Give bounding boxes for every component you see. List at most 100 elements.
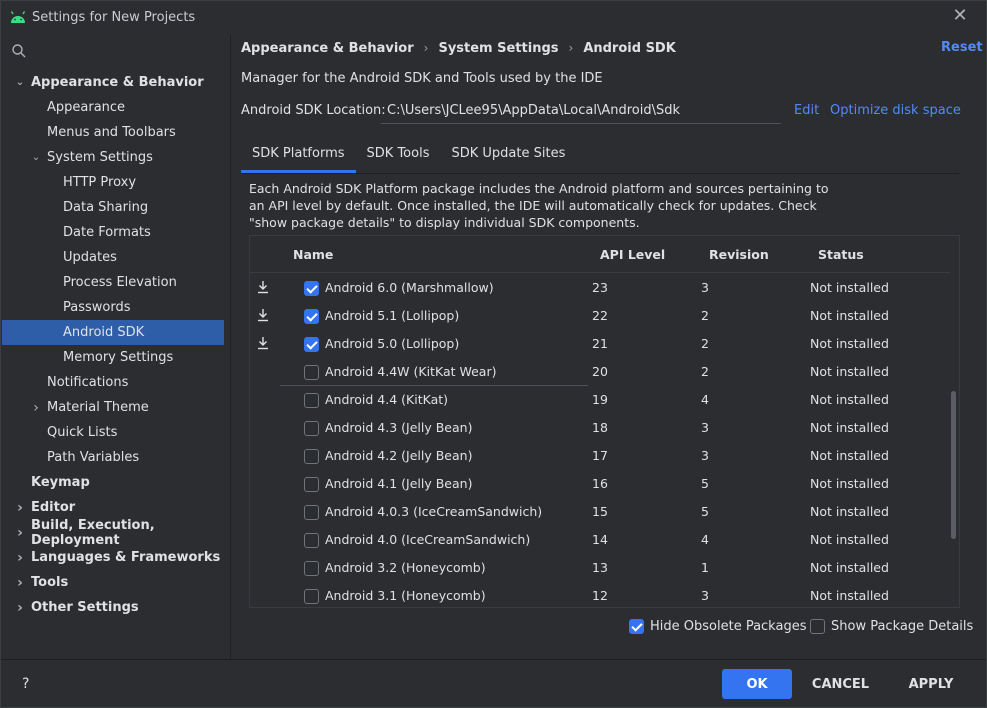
apply-button[interactable]: APPLY xyxy=(891,669,971,699)
install-status: Not installed xyxy=(810,308,889,323)
tree-item[interactable]: Path Variables xyxy=(1,445,230,470)
install-status: Not installed xyxy=(810,532,889,547)
breadcrumb-separator: › xyxy=(568,41,574,55)
row-checkbox[interactable] xyxy=(304,477,319,492)
breadcrumb: Appearance & Behavior › System Settings … xyxy=(241,39,676,57)
hide-obsolete-checkbox-box[interactable] xyxy=(629,619,644,634)
tree-item[interactable]: Android SDK xyxy=(2,320,224,345)
tree-item[interactable]: Data Sharing xyxy=(1,195,230,220)
tab-sdk-platforms[interactable]: SDK Platforms xyxy=(241,139,356,173)
tree-item[interactable]: Memory Settings xyxy=(1,345,230,370)
tree-item[interactable]: Menus and Toolbars xyxy=(1,120,230,145)
chevron-down-icon[interactable]: ⌄ xyxy=(15,77,25,88)
column-header-name[interactable]: Name xyxy=(293,247,333,262)
table-row[interactable]: Android 5.0 (Lollipop) 21 2 Not installed xyxy=(250,330,950,358)
tree-item[interactable]: › Material Theme xyxy=(1,395,230,420)
chevron-down-icon[interactable]: ⌄ xyxy=(31,152,41,163)
tree-item[interactable]: Passwords xyxy=(1,295,230,320)
api-level: 13 xyxy=(592,560,608,575)
android-icon xyxy=(9,9,27,25)
api-level: 16 xyxy=(592,476,608,491)
close-icon[interactable]: ✕ xyxy=(951,7,969,25)
chevron-right-icon[interactable]: › xyxy=(15,600,25,616)
api-level: 23 xyxy=(592,280,608,295)
table-row[interactable]: Android 5.1 (Lollipop) 22 2 Not installed xyxy=(250,302,950,330)
chevron-right-icon[interactable]: › xyxy=(31,400,41,416)
help-button[interactable]: ? xyxy=(22,676,29,692)
show-details-checkbox-box[interactable] xyxy=(810,619,825,634)
tree-item[interactable]: ⌄ Appearance & Behavior xyxy=(1,70,230,95)
tree-item[interactable]: Notifications xyxy=(1,370,230,395)
table-row[interactable]: Android 3.2 (Honeycomb) 13 1 Not installed xyxy=(250,554,950,582)
row-checkbox[interactable] xyxy=(304,533,319,548)
panel-divider xyxy=(230,35,231,659)
optimize-disk-space-link[interactable]: Optimize disk space xyxy=(830,103,961,118)
tree-item[interactable]: Keymap xyxy=(1,470,230,495)
revision: 4 xyxy=(701,392,709,407)
search-icon[interactable] xyxy=(11,43,27,59)
table-row[interactable]: Android 4.0.3 (IceCreamSandwich) 15 5 Not i… xyxy=(250,498,950,526)
row-checkbox[interactable] xyxy=(304,505,319,520)
table-scrollbar[interactable] xyxy=(951,391,956,539)
revision: 3 xyxy=(701,588,709,603)
edit-link[interactable]: Edit xyxy=(794,103,819,118)
api-level: 14 xyxy=(592,532,608,547)
table-row[interactable]: Android 4.1 (Jelly Bean) 16 5 Not installed xyxy=(250,470,950,498)
tree-item[interactable]: › Languages & Frameworks xyxy=(1,545,230,570)
table-row[interactable]: Android 3.1 (Honeycomb) 12 3 Not installed xyxy=(250,582,950,607)
install-status: Not installed xyxy=(810,588,889,603)
tab-sdk-update-sites[interactable]: SDK Update Sites xyxy=(440,139,576,173)
show-package-details-checkbox[interactable]: Show Package Details xyxy=(810,619,973,634)
tree-item-label: Menus and Toolbars xyxy=(47,125,176,140)
row-checkbox[interactable] xyxy=(304,309,319,324)
table-row[interactable]: Android 4.4W (KitKat Wear) 20 2 Not install… xyxy=(250,358,950,386)
table-row[interactable]: Android 4.2 (Jelly Bean) 17 3 Not installed xyxy=(250,442,950,470)
row-checkbox[interactable] xyxy=(304,421,319,436)
chevron-right-icon[interactable]: › xyxy=(15,550,25,566)
chevron-right-icon[interactable]: › xyxy=(15,575,25,591)
reset-link[interactable]: Reset xyxy=(941,40,983,55)
tree-item-label: Memory Settings xyxy=(63,350,174,365)
ok-button[interactable]: OK xyxy=(722,669,792,699)
table-row[interactable]: Android 4.4 (KitKat) 19 4 Not installed xyxy=(250,386,950,414)
tree-item[interactable]: › Build, Execution, Deployment xyxy=(1,518,230,548)
chevron-right-icon[interactable]: › xyxy=(15,525,25,541)
hide-obsolete-packages-checkbox[interactable]: Hide Obsolete Packages xyxy=(629,619,806,634)
api-level: 18 xyxy=(592,420,608,435)
table-row[interactable]: Android 4.0 (IceCreamSandwich) 14 4 Not ins… xyxy=(250,526,950,554)
tree-item[interactable]: › Tools xyxy=(1,570,230,595)
tree-item[interactable]: Date Formats xyxy=(1,220,230,245)
table-row[interactable]: Android 4.3 (Jelly Bean) 18 3 Not installed xyxy=(250,414,950,442)
tree-item-label: Keymap xyxy=(31,475,90,490)
row-checkbox[interactable] xyxy=(304,561,319,576)
platform-name: Android 3.2 (Honeycomb) xyxy=(325,560,486,575)
row-checkbox[interactable] xyxy=(304,337,319,352)
cancel-button[interactable]: CANCEL xyxy=(798,669,883,699)
tree-item[interactable]: › Editor xyxy=(1,495,230,520)
column-header-api-level[interactable]: API Level xyxy=(600,247,665,262)
column-header-status[interactable]: Status xyxy=(818,247,864,262)
row-checkbox[interactable] xyxy=(304,281,319,296)
platform-name: Android 4.3 (Jelly Bean) xyxy=(325,420,473,435)
tree-item[interactable]: Process Elevation xyxy=(1,270,230,295)
chevron-right-icon[interactable]: › xyxy=(15,500,25,516)
row-checkbox[interactable] xyxy=(304,449,319,464)
tree-item[interactable]: › Other Settings xyxy=(1,595,230,620)
tree-item[interactable]: HTTP Proxy xyxy=(1,170,230,195)
row-checkbox[interactable] xyxy=(304,589,319,604)
column-header-revision[interactable]: Revision xyxy=(709,247,769,262)
tree-item-label: Material Theme xyxy=(47,400,149,415)
row-checkbox[interactable] xyxy=(304,365,319,380)
tree-item[interactable]: ⌄ System Settings xyxy=(1,145,230,170)
tree-item[interactable]: Appearance xyxy=(1,95,230,120)
revision: 3 xyxy=(701,420,709,435)
table-row[interactable]: Android 6.0 (Marshmallow) 23 3 Not installe… xyxy=(250,274,950,302)
sdk-location-field[interactable]: C:\Users\JCLee95\AppData\Local\Android\S… xyxy=(381,98,781,124)
row-checkbox[interactable] xyxy=(304,393,319,408)
show-details-label: Show Package Details xyxy=(831,619,974,634)
platform-name: Android 5.1 (Lollipop) xyxy=(325,308,460,323)
tree-item-label: Appearance & Behavior xyxy=(31,75,204,90)
tree-item[interactable]: Updates xyxy=(1,245,230,270)
tab-sdk-tools[interactable]: SDK Tools xyxy=(356,139,441,173)
tree-item[interactable]: Quick Lists xyxy=(1,420,230,445)
